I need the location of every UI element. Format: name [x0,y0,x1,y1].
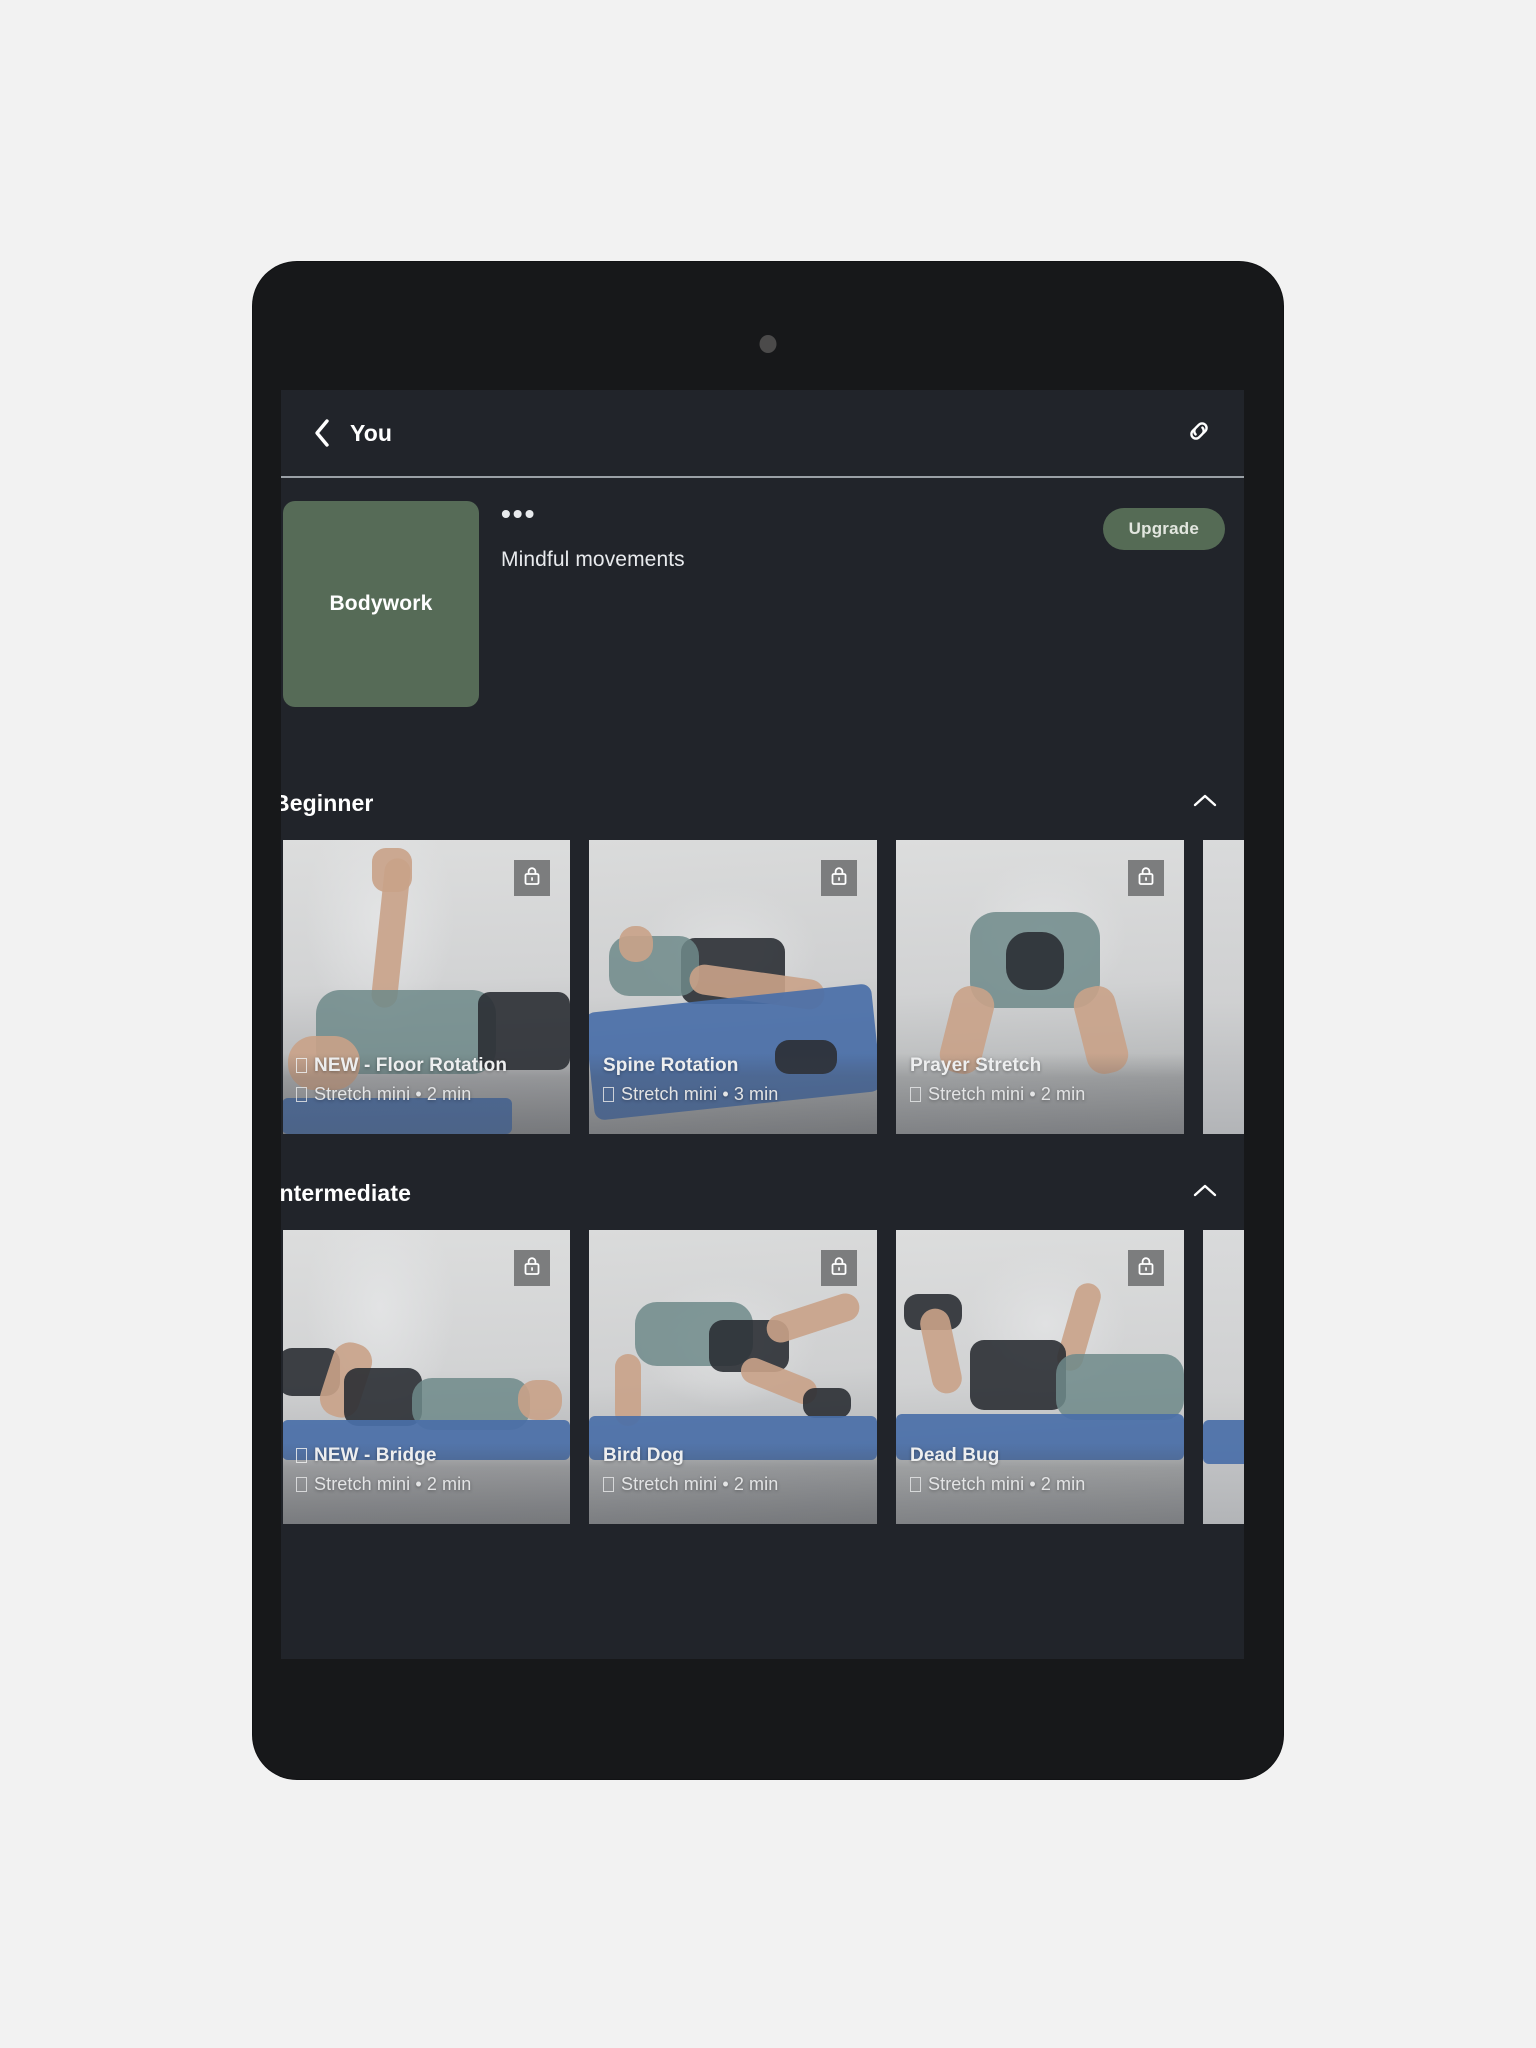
exercise-card-title: Dead Bug [910,1445,1000,1466]
top-app-bar: You [281,390,1244,478]
app-screen: You Bodywork ••• Mindful movements Upgra… [281,390,1244,1659]
photo-shape [1203,1420,1244,1464]
photo-shape [763,1289,863,1347]
chevron-left-icon [311,418,333,448]
lock-badge [514,860,550,896]
exercise-card-subtitle: Stretch mini • 3 min [603,1080,877,1108]
page-root: You Bodywork ••• Mindful movements Upgra… [0,0,1536,2048]
exercise-thumbnail-image [1203,840,1244,1134]
exercise-card-overlay: Prayer Stretch Stretch mini • 2 min [896,1053,1184,1134]
upgrade-button[interactable]: Upgrade [1102,508,1225,550]
exercise-card-title: NEW - Bridge [296,1443,570,1469]
exercise-card-subtitle: Stretch mini • 2 min [603,1470,877,1498]
missing-glyph-icon [910,1087,921,1102]
chevron-up-icon[interactable] [1192,793,1218,814]
photo-shape [372,848,412,892]
lock-badge [821,1250,857,1286]
exercise-card-overlay: NEW - Bridge Stretch mini • 2 min [283,1443,570,1524]
front-camera-icon [759,335,777,353]
photo-shape [803,1388,851,1418]
program-header: Bodywork ••• Mindful movements Upgrade [281,478,1244,766]
exercise-thumbnail-image [1203,1230,1244,1524]
exercise-card-subtitle: Stretch mini • 2 min [910,1470,1184,1498]
exercise-card-subtitle: Stretch mini • 2 min [296,1470,570,1498]
photo-shape [344,1368,422,1426]
exercise-card-overlay: NEW - Floor Rotation Stretch mini • 2 mi… [283,1053,570,1134]
exercise-card-partial[interactable] [1203,840,1244,1134]
exercise-card-overlay: Bird Dog Stretch mini • 2 min [589,1443,877,1524]
missing-glyph-icon [296,1058,307,1073]
photo-shape [970,1340,1066,1410]
exercise-card-subtitle: Stretch mini • 2 min [296,1080,570,1108]
bottom-padding [281,1524,1244,1606]
lock-badge [514,1250,550,1286]
program-info: ••• Mindful movements Upgrade [479,500,1244,766]
chevron-up-icon[interactable] [1192,1183,1218,1204]
exercise-card[interactable]: Spine Rotation Stretch mini • 3 min [589,840,877,1134]
section-header-beginner[interactable]: Beginner [281,766,1244,840]
lock-icon [830,866,848,891]
section-title: Intermediate [281,1179,411,1206]
back-button[interactable] [305,416,339,450]
exercise-card-title: NEW - Floor Rotation [296,1053,570,1079]
exercise-card-title: Spine Rotation [603,1055,739,1076]
exercise-card[interactable]: NEW - Floor Rotation Stretch mini • 2 mi… [283,840,570,1134]
lock-badge [821,860,857,896]
section-title: Beginner [281,789,374,816]
lock-icon [1137,1256,1155,1281]
lock-icon [1137,866,1155,891]
program-subtitle: Mindful movements [501,548,685,571]
card-row-beginner[interactable]: NEW - Floor Rotation Stretch mini • 2 mi… [283,840,1244,1134]
link-icon [1184,416,1214,451]
row-spacer [281,1134,1244,1156]
missing-glyph-icon [910,1477,921,1492]
lock-icon [523,866,541,891]
program-thumbnail-label: Bodywork [329,592,433,615]
exercise-card-subtitle: Stretch mini • 2 min [910,1080,1184,1108]
exercise-card-overlay: Dead Bug Stretch mini • 2 min [896,1443,1184,1524]
exercise-card-overlay: Spine Rotation Stretch mini • 3 min [589,1053,877,1134]
missing-glyph-icon [296,1477,307,1492]
missing-glyph-icon [296,1087,307,1102]
lock-badge [1128,860,1164,896]
tablet-device-frame: You Bodywork ••• Mindful movements Upgra… [253,262,1283,1779]
photo-shape [1056,1354,1184,1420]
page-title: You [350,419,393,446]
exercise-card-title: Bird Dog [603,1445,685,1466]
section-header-intermediate[interactable]: Intermediate [281,1156,1244,1230]
photo-shape [619,926,653,962]
missing-glyph-icon [296,1448,307,1463]
exercise-card-title: Prayer Stretch [910,1055,1042,1076]
exercise-card-partial[interactable] [1203,1230,1244,1524]
program-thumbnail[interactable]: Bodywork [283,501,479,707]
lock-badge [1128,1250,1164,1286]
exercise-card[interactable]: Dead Bug Stretch mini • 2 min [896,1230,1184,1524]
missing-glyph-icon [603,1477,614,1492]
missing-glyph-icon [603,1087,614,1102]
lock-icon [523,1256,541,1281]
photo-shape [1006,932,1064,990]
card-row-intermediate[interactable]: NEW - Bridge Stretch mini • 2 min Bird D… [283,1230,1244,1524]
lock-icon [830,1256,848,1281]
photo-shape [518,1380,562,1420]
exercise-card[interactable]: Prayer Stretch Stretch mini • 2 min [896,840,1184,1134]
exercise-card[interactable]: NEW - Bridge Stretch mini • 2 min [283,1230,570,1524]
exercise-card[interactable]: Bird Dog Stretch mini • 2 min [589,1230,877,1524]
share-link-button[interactable] [1180,414,1218,452]
